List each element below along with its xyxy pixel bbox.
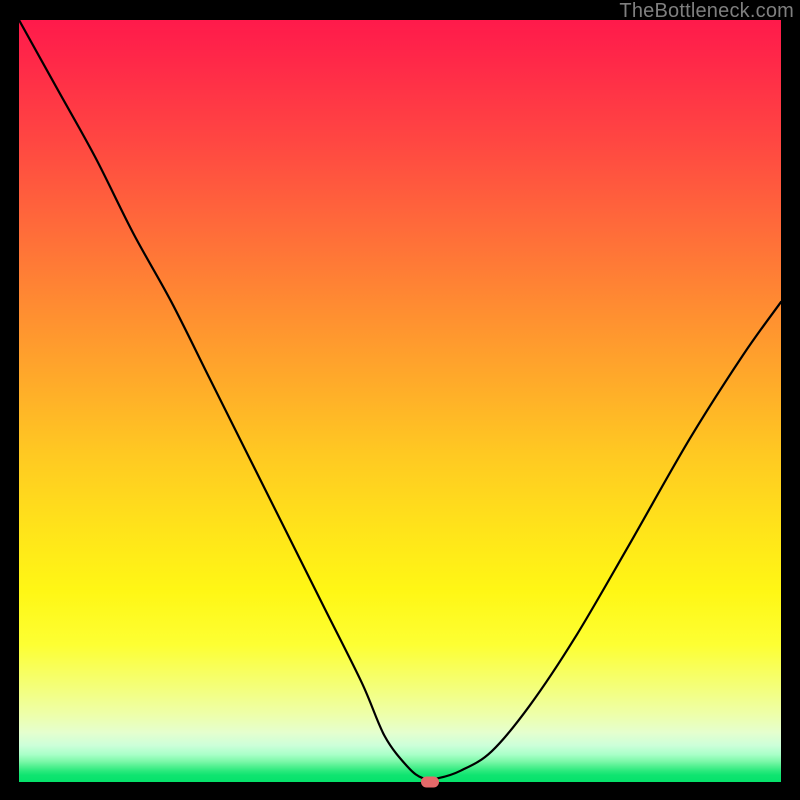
bottleneck-curve <box>19 20 781 779</box>
curve-layer <box>19 20 781 782</box>
plot-area <box>19 20 781 782</box>
optimum-marker <box>421 777 439 788</box>
chart-stage: TheBottleneck.com <box>0 0 800 800</box>
